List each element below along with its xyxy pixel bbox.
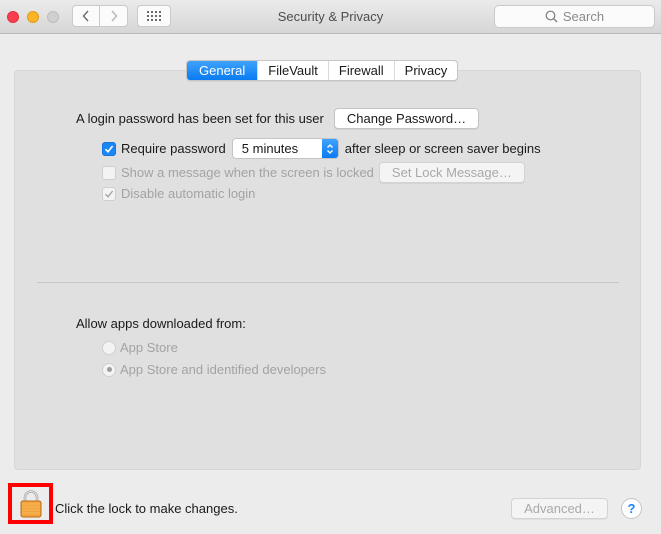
show-message-checkbox[interactable] — [102, 165, 116, 180]
radio-identified-developers-label: App Store and identified developers — [120, 362, 326, 377]
checkmark-icon — [105, 190, 114, 198]
section-divider — [37, 282, 619, 283]
help-icon: ? — [627, 501, 636, 516]
lock-message: Click the lock to make changes. — [55, 501, 238, 516]
search-icon — [545, 10, 558, 23]
help-button[interactable]: ? — [621, 498, 642, 519]
show-message-row: Show a message when the screen is locked… — [102, 162, 525, 183]
general-panel — [14, 70, 641, 470]
search-field[interactable]: Search — [494, 5, 655, 28]
lock-message-row: Click the lock to make changes. — [55, 501, 238, 516]
require-password-suffix: after sleep or screen saver begins — [344, 141, 541, 156]
radio-identified-developers[interactable] — [102, 362, 116, 377]
tab-general[interactable]: General — [187, 61, 258, 80]
stepper-arrows-icon — [321, 139, 338, 158]
tab-firewall[interactable]: Firewall — [327, 61, 394, 80]
checkmark-icon — [104, 145, 114, 153]
require-password-label: Require password — [121, 141, 226, 156]
password-status-label: A login password has been set for this u… — [76, 111, 324, 126]
password-row: A login password has been set for this u… — [76, 108, 480, 129]
radio-app-store[interactable] — [102, 340, 116, 355]
require-password-row: Require password 5 minutes after sleep o… — [102, 138, 541, 159]
tab-filevault[interactable]: FileVault — [257, 61, 328, 80]
tab-bar: General FileVault Firewall Privacy — [186, 60, 459, 81]
lock-highlight[interactable] — [8, 483, 53, 524]
select-value: 5 minutes — [241, 141, 299, 156]
radio-identified-developers-row: App Store and identified developers — [102, 362, 326, 377]
allow-apps-heading-row: Allow apps downloaded from: — [76, 316, 246, 331]
show-message-label: Show a message when the screen is locked — [121, 165, 374, 180]
require-password-checkbox[interactable] — [102, 141, 116, 156]
allow-apps-label: Allow apps downloaded from: — [76, 316, 246, 331]
disable-auto-login-checkbox[interactable] — [102, 186, 116, 201]
lock-icon — [20, 489, 41, 517]
advanced-button[interactable]: Advanced… — [511, 498, 608, 519]
require-password-delay-select[interactable]: 5 minutes — [231, 138, 339, 159]
disable-auto-login-label: Disable automatic login — [121, 186, 256, 201]
tab-privacy[interactable]: Privacy — [393, 61, 458, 80]
radio-selected-dot — [106, 367, 112, 372]
title-bar: Security & Privacy Search — [0, 0, 661, 34]
radio-app-store-label: App Store — [120, 340, 178, 355]
change-password-button[interactable]: Change Password… — [333, 108, 480, 129]
set-lock-message-button[interactable]: Set Lock Message… — [378, 162, 525, 183]
search-placeholder: Search — [562, 9, 605, 24]
radio-app-store-row: App Store — [102, 340, 178, 355]
disable-auto-login-row: Disable automatic login — [102, 186, 255, 201]
